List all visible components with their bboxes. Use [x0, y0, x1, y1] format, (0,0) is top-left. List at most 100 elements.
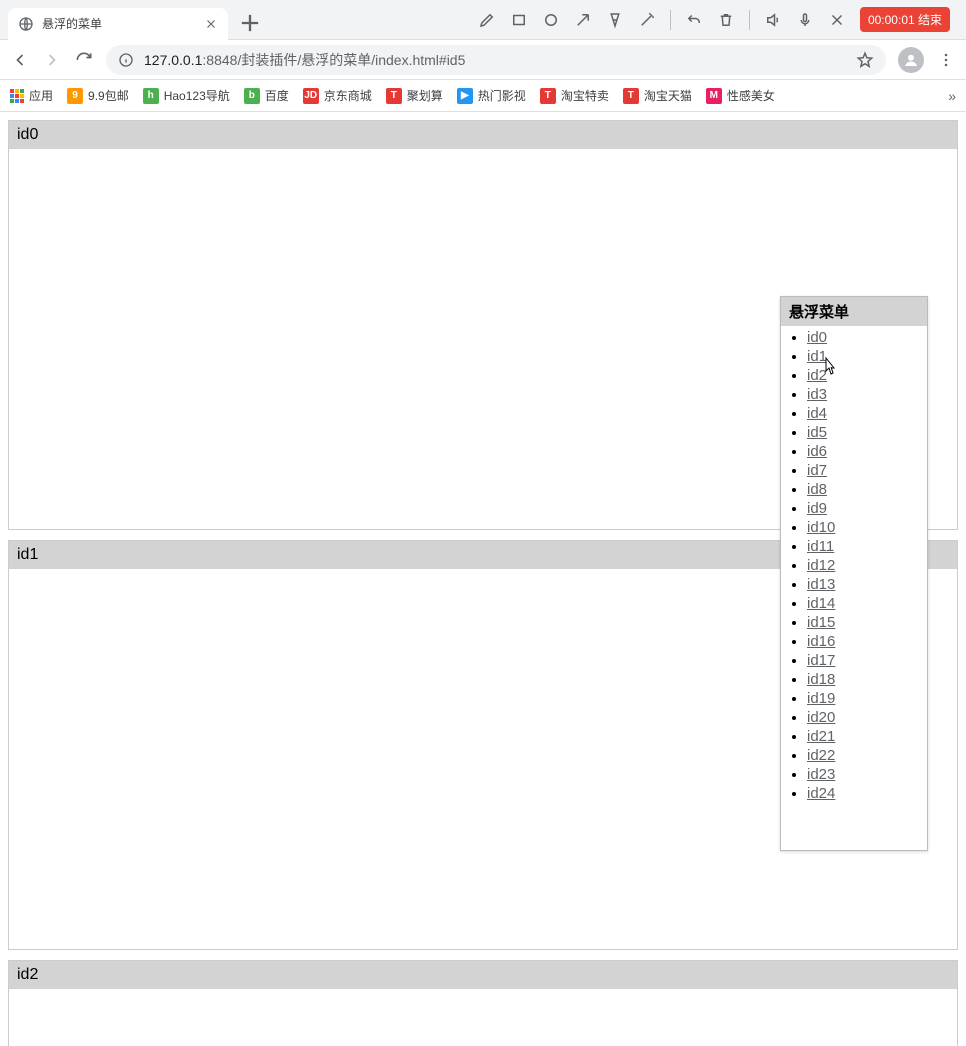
- back-button[interactable]: [10, 50, 30, 70]
- float-menu-link[interactable]: id16: [807, 633, 835, 650]
- sparkle-icon[interactable]: [638, 11, 656, 29]
- bookmark-item[interactable]: hHao123导航: [143, 87, 230, 104]
- content-section: id2: [8, 960, 958, 1046]
- float-menu-link[interactable]: id5: [807, 424, 827, 441]
- float-menu-item: id21: [807, 727, 923, 746]
- float-menu-link[interactable]: id7: [807, 462, 827, 479]
- arrow-icon[interactable]: [574, 11, 592, 29]
- float-menu-item: id11: [807, 537, 923, 556]
- float-menu-link[interactable]: id12: [807, 557, 835, 574]
- float-menu-link[interactable]: id1: [807, 348, 827, 365]
- float-menu-link[interactable]: id13: [807, 576, 835, 593]
- float-menu-item: id7: [807, 461, 923, 480]
- float-menu-item: id19: [807, 689, 923, 708]
- speaker-icon[interactable]: [764, 11, 782, 29]
- float-menu-link[interactable]: id24: [807, 785, 835, 802]
- recording-timer[interactable]: 00:00:01 结束: [860, 7, 950, 32]
- bookmark-item[interactable]: T 淘宝特卖: [540, 87, 609, 104]
- float-menu-item: id17: [807, 651, 923, 670]
- float-menu-link[interactable]: id14: [807, 595, 835, 612]
- close-tool-icon[interactable]: [828, 11, 846, 29]
- section-body: [9, 989, 957, 1046]
- section-header: id0: [9, 121, 957, 149]
- float-menu-link[interactable]: id2: [807, 367, 827, 384]
- float-menu-item: id9: [807, 499, 923, 518]
- bookmarks-overflow-icon[interactable]: »: [948, 88, 956, 104]
- bookmark-item[interactable]: T淘宝天猫: [623, 87, 692, 104]
- browser-tab-strip: 悬浮的菜单 00:00:01 结束: [0, 0, 966, 40]
- floating-menu-title: 悬浮菜单: [781, 297, 927, 326]
- float-menu-item: id1: [807, 347, 923, 366]
- float-menu-link[interactable]: id20: [807, 709, 835, 726]
- float-menu-item: id13: [807, 575, 923, 594]
- bookmark-label: 淘宝特卖: [561, 87, 609, 104]
- float-menu-link[interactable]: id11: [807, 538, 834, 555]
- bookmark-favicon: T: [623, 88, 639, 104]
- float-menu-link[interactable]: id21: [807, 728, 835, 745]
- float-menu-item: id15: [807, 613, 923, 632]
- separator: [749, 10, 750, 30]
- float-menu-item: id2: [807, 366, 923, 385]
- bookmark-star-icon[interactable]: [856, 51, 874, 69]
- float-menu-link[interactable]: id9: [807, 500, 827, 517]
- bookmarks-bar: 应用 99.9包邮 hHao123导航 b百度 JD京东商城 T聚划算 ▶ 热门影视 T 淘宝特…: [0, 80, 966, 112]
- tab-title: 悬浮的菜单: [42, 15, 196, 32]
- float-menu-item: id8: [807, 480, 923, 499]
- float-menu-link[interactable]: id22: [807, 747, 835, 764]
- bookmark-item[interactable]: 99.9包邮: [67, 87, 129, 104]
- bookmark-item[interactable]: JD京东商城: [303, 87, 372, 104]
- bookmark-item[interactable]: T聚划算: [386, 87, 443, 104]
- circle-icon[interactable]: [542, 11, 560, 29]
- site-info-icon[interactable]: [118, 52, 134, 68]
- float-menu-item: id18: [807, 670, 923, 689]
- trash-icon[interactable]: [717, 11, 735, 29]
- section-header: id2: [9, 961, 957, 989]
- undo-icon[interactable]: [685, 11, 703, 29]
- float-menu-item: id20: [807, 708, 923, 727]
- float-menu-item: id24: [807, 784, 923, 803]
- bookmark-item[interactable]: ▶ 热门影视: [457, 87, 526, 104]
- float-menu-link[interactable]: id6: [807, 443, 827, 460]
- url-text: 127.0.0.1:8848/封装插件/悬浮的菜单/index.html#id5: [144, 50, 465, 70]
- bookmark-item[interactable]: b百度: [244, 87, 289, 104]
- reload-button[interactable]: [74, 50, 94, 70]
- floating-menu: 悬浮菜单 id0id1id2id3id4id5id6id7id8id9id10i…: [780, 296, 928, 851]
- float-menu-link[interactable]: id17: [807, 652, 835, 669]
- bookmark-favicon: ▶: [457, 88, 473, 104]
- bookmark-favicon: JD: [303, 88, 319, 104]
- apps-shortcut[interactable]: 应用: [10, 87, 53, 104]
- apps-grid-icon: [10, 89, 24, 103]
- float-menu-link[interactable]: id3: [807, 386, 827, 403]
- float-menu-link[interactable]: id10: [807, 519, 835, 536]
- browser-tab[interactable]: 悬浮的菜单: [8, 8, 228, 40]
- float-menu-link[interactable]: id8: [807, 481, 827, 498]
- pencil-icon[interactable]: [478, 11, 496, 29]
- float-menu-link[interactable]: id23: [807, 766, 835, 783]
- float-menu-link[interactable]: id19: [807, 690, 835, 707]
- forward-button[interactable]: [42, 50, 62, 70]
- new-tab-button[interactable]: [236, 9, 264, 37]
- address-bar[interactable]: 127.0.0.1:8848/封装插件/悬浮的菜单/index.html#id5: [106, 45, 886, 75]
- float-menu-item: id3: [807, 385, 923, 404]
- microphone-icon[interactable]: [796, 11, 814, 29]
- bookmark-label: Hao123导航: [164, 87, 230, 104]
- bookmark-favicon: b: [244, 88, 260, 104]
- browser-menu-button[interactable]: [936, 50, 956, 70]
- floating-menu-body[interactable]: id0 id1 id2 id3 id4 id5 id6 id7 id8 id9 id10 id11 id…: [781, 326, 927, 850]
- float-menu-link[interactable]: id0: [807, 329, 827, 346]
- bookmark-label: 性感美女: [727, 87, 775, 104]
- profile-avatar[interactable]: [898, 47, 924, 73]
- bookmark-item[interactable]: M性感美女: [706, 87, 775, 104]
- rectangle-icon[interactable]: [510, 11, 528, 29]
- float-menu-link[interactable]: id4: [807, 405, 827, 422]
- separator: [670, 10, 671, 30]
- float-menu-item: id16: [807, 632, 923, 651]
- close-icon[interactable]: [204, 17, 218, 31]
- bookmark-label: 热门影视: [478, 87, 526, 104]
- float-menu-link[interactable]: id15: [807, 614, 835, 631]
- float-menu-link[interactable]: id18: [807, 671, 835, 688]
- apps-label: 应用: [29, 87, 53, 104]
- float-menu-item: id23: [807, 765, 923, 784]
- bookmark-favicon: T: [540, 88, 556, 104]
- text-icon[interactable]: [606, 11, 624, 29]
